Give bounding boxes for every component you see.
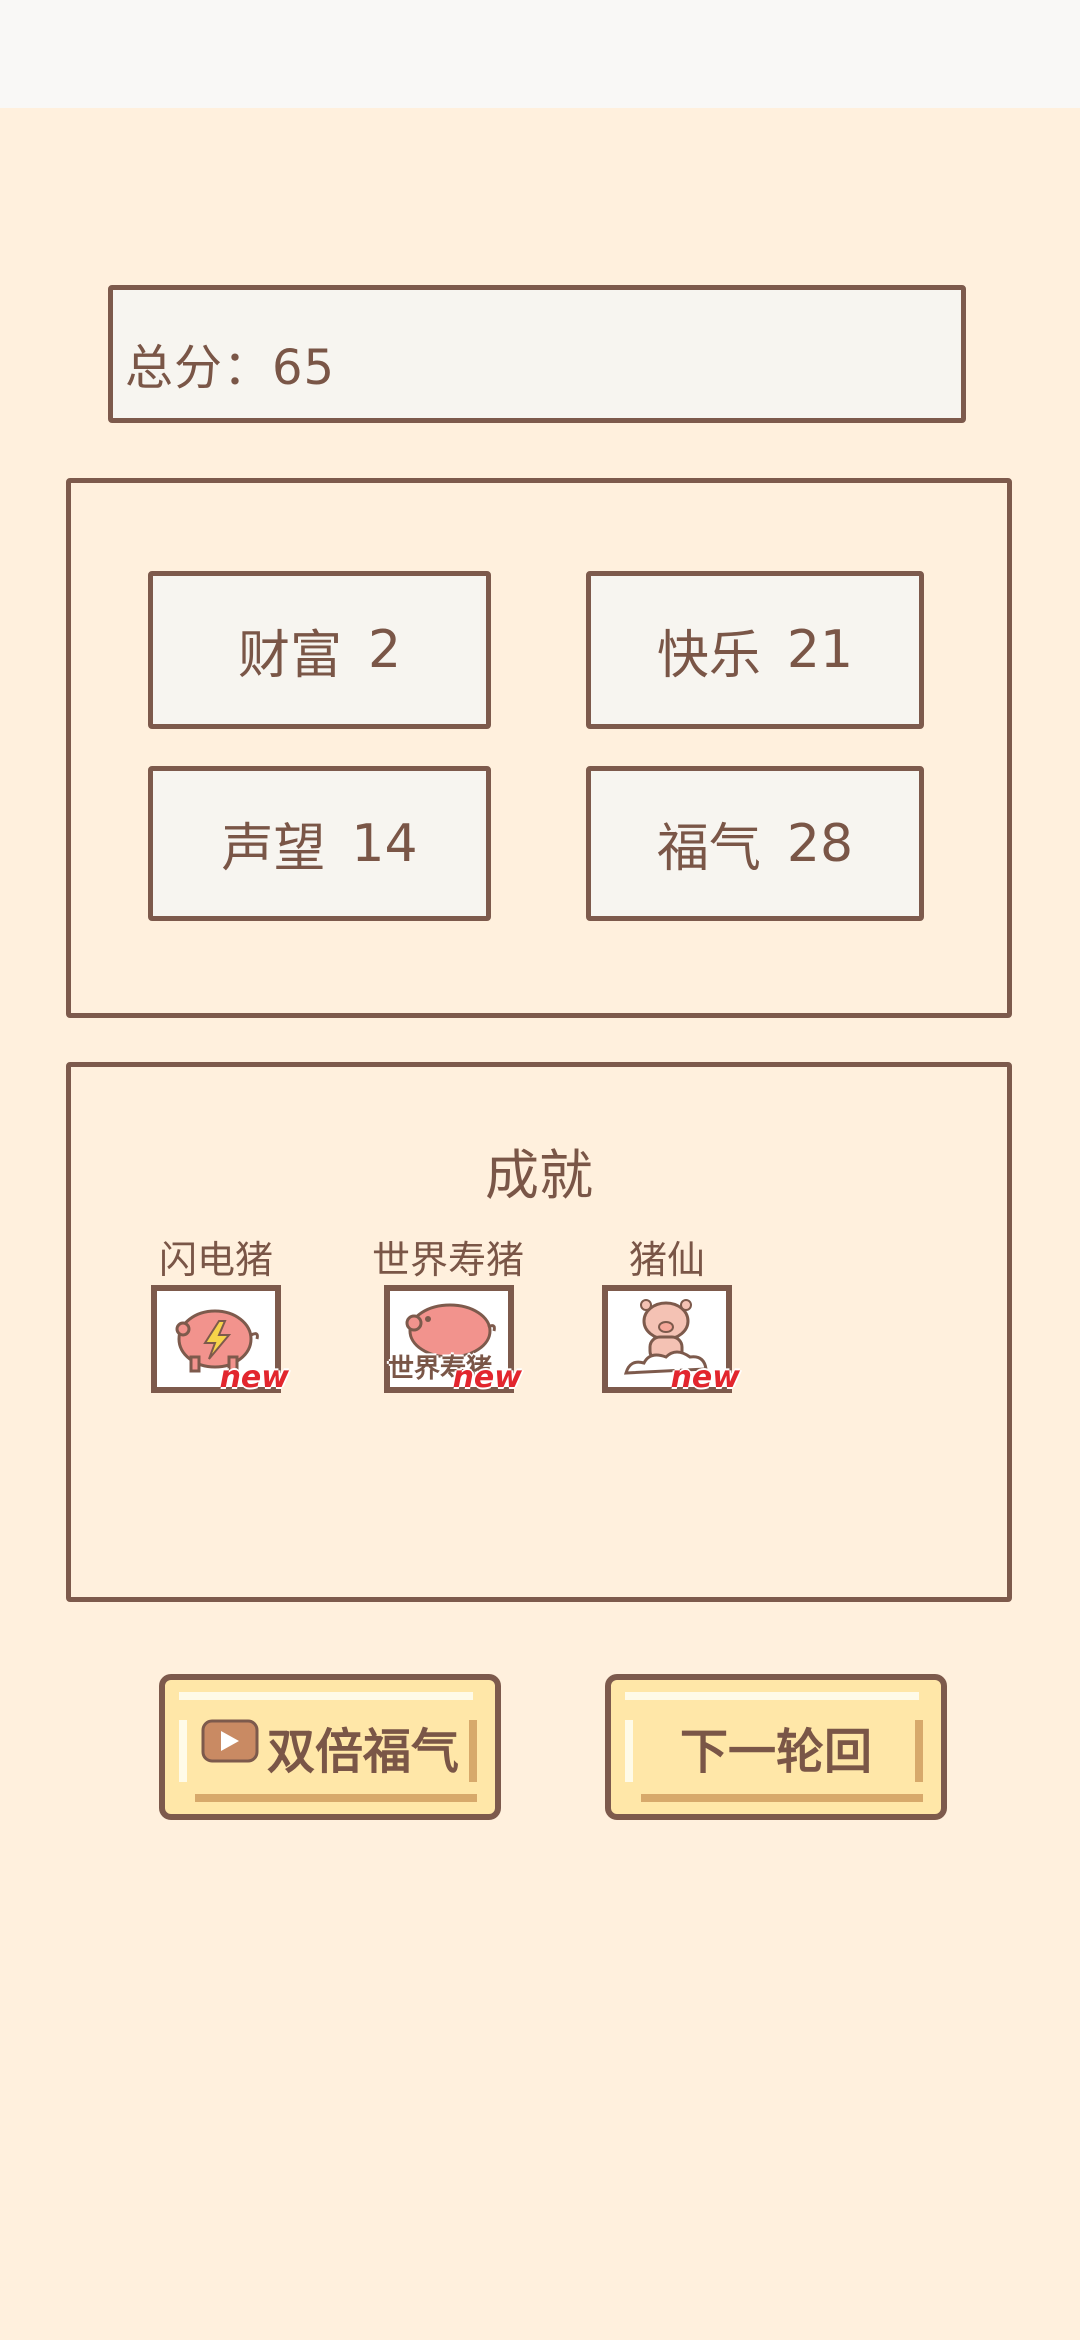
new-tag: new <box>452 1360 522 1395</box>
stat-fortune: 福气 28 <box>586 766 924 921</box>
double-fortune-button[interactable]: 双倍福气 <box>159 1674 501 1820</box>
status-bar <box>0 0 1080 108</box>
stat-happiness-label: 快乐 <box>656 625 761 686</box>
stat-wealth-label: 财富 <box>237 625 342 686</box>
achievement-frame: new <box>151 1285 289 1395</box>
next-round-button[interactable]: 下一轮回 <box>605 1674 947 1820</box>
stat-happiness: 快乐 21 <box>586 571 924 729</box>
total-score-box: 总分：65 <box>108 285 966 423</box>
stat-wealth: 财富 2 <box>148 571 491 729</box>
achievements-title: 成就 <box>485 1144 593 1207</box>
stat-reputation-value: 14 <box>351 813 418 874</box>
achievement-name: 猪仙 <box>628 1238 705 1282</box>
stat-happiness-value: 21 <box>786 620 854 680</box>
stat-wealth-value: 2 <box>367 620 402 680</box>
new-tag: new <box>670 1360 740 1395</box>
stat-fortune-value: 28 <box>786 813 854 874</box>
stat-reputation: 声望 14 <box>148 766 491 921</box>
video-icon <box>201 1719 259 1775</box>
double-fortune-label: 双倍福气 <box>266 1724 459 1780</box>
stat-fortune-label: 福气 <box>656 819 761 879</box>
achievement-world-longevity-pig[interactable]: 世界寿猪 世界寿猪 new <box>368 1229 528 1395</box>
stats-panel: 财富 2 快乐 21 声望 14 福气 28 <box>66 478 1012 1018</box>
achievement-frame: 世界寿猪 new <box>384 1285 522 1395</box>
achievements-panel: 成就 闪电猪 new 世界寿猪 世界寿猪 new 猪仙 new <box>66 1062 1012 1602</box>
achievement-pig-immortal[interactable]: 猪仙 new <box>592 1229 742 1395</box>
new-tag: new <box>219 1360 289 1395</box>
stat-reputation-label: 声望 <box>221 819 326 879</box>
achievement-lightning-pig[interactable]: 闪电猪 new <box>141 1229 291 1395</box>
achievement-name: 闪电猪 <box>158 1238 273 1282</box>
achievement-frame: new <box>602 1285 740 1395</box>
achievement-name: 世界寿猪 <box>371 1238 524 1282</box>
total-score-text: 总分：65 <box>125 340 336 396</box>
next-round-label: 下一轮回 <box>679 1724 872 1780</box>
